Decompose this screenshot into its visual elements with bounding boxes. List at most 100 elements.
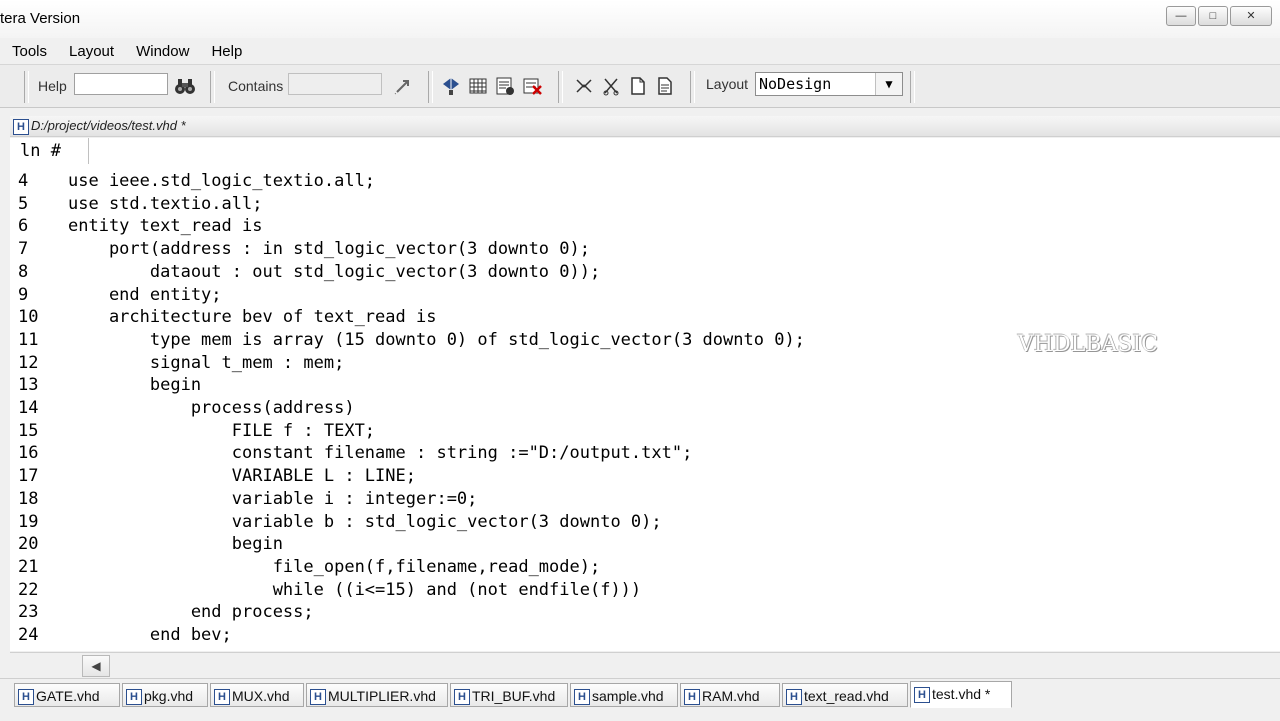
code-editor[interactable]: 4 use ieee.std_logic_textio.all; 5 use std…	[10, 164, 1280, 651]
line-number: 11	[18, 329, 39, 350]
minimize-icon[interactable]: —	[1166, 6, 1196, 26]
code-text[interactable]: file_open(f,filename,read_mode);	[68, 557, 601, 577]
code-text[interactable]: architecture bev of text_read is	[68, 307, 437, 327]
contains-input[interactable]	[288, 73, 382, 95]
code-line: 23 end process;	[10, 601, 314, 623]
code-line: 13 begin	[10, 374, 201, 396]
code-text[interactable]: end entity;	[68, 285, 222, 305]
code-line: 11 type mem is array (15 downto 0) of st…	[10, 329, 805, 351]
code-line: 4 use ieee.std_logic_textio.all;	[10, 170, 375, 192]
compile-icon[interactable]	[440, 75, 462, 97]
tab-label: pkg.vhd	[144, 688, 194, 704]
tab-label: sample.vhd	[592, 688, 664, 704]
toolbar-separator	[690, 71, 695, 103]
code-text[interactable]: begin	[68, 534, 283, 554]
code-text[interactable]: while ((i<=15) and (not endfile(f)))	[68, 580, 641, 600]
code-text[interactable]: dataout : out std_logic_vector(3 downto …	[68, 262, 600, 282]
tab-tri-buf[interactable]: H TRI_BUF.vhd	[450, 683, 568, 707]
hdl-file-icon: H	[126, 689, 142, 706]
tab-sample[interactable]: Hsample.vhd	[570, 683, 678, 707]
tab-pkg[interactable]: Hpkg.vhd	[122, 683, 208, 707]
watermark: VHDLBASIC	[1018, 332, 1158, 357]
line-number-header: ln #	[10, 138, 1280, 165]
line-number: 21	[18, 556, 39, 577]
find-next-icon[interactable]	[392, 75, 414, 97]
menu-bar: Tools Layout Window Help	[0, 38, 1280, 64]
tab-label: test.vhd *	[932, 686, 991, 702]
line-number-label: ln #	[10, 138, 89, 164]
layout-select[interactable]: NoDesign ▼	[755, 72, 903, 96]
code-text[interactable]: use ieee.std_logic_textio.all;	[68, 171, 375, 191]
line-number: 13	[18, 375, 39, 396]
tab-ram[interactable]: H RAM.vhd	[680, 683, 780, 707]
code-text[interactable]: end process;	[68, 602, 314, 622]
code-text[interactable]: type mem is array (15 downto 0) of std_l…	[68, 330, 805, 350]
hdl-file-icon: H	[18, 689, 34, 706]
code-line: 19 variable b : std_logic_vector(3 downt…	[10, 511, 662, 533]
hdl-file-icon: H	[214, 689, 230, 706]
code-text[interactable]: entity text_read is	[68, 216, 262, 236]
line-number: 8	[18, 261, 29, 282]
horizontal-scrollbar[interactable]: ◀	[10, 652, 1280, 679]
file-tab-bar: H GATE.vhd Hpkg.vhd H MUX.vhd H MULTIPLIER.…	[0, 678, 1280, 721]
code-line: 21 file_open(f,filename,read_mode);	[10, 556, 600, 578]
dropdown-arrow-icon[interactable]: ▼	[875, 73, 902, 95]
grid-icon[interactable]	[467, 75, 489, 97]
tab-gate[interactable]: H GATE.vhd	[14, 683, 120, 707]
code-text[interactable]: variable b : std_logic_vector(3 downto 0…	[68, 512, 662, 532]
code-text[interactable]: constant filename : string :="D:/output.…	[68, 443, 693, 463]
cut-icon[interactable]	[573, 75, 595, 97]
code-line: 20 begin	[10, 533, 283, 555]
toolbar-separator	[210, 71, 215, 103]
hdl-file-icon: H	[574, 689, 590, 706]
menu-tools[interactable]: Tools	[0, 43, 58, 60]
code-text[interactable]: use std.textio.all;	[68, 194, 262, 214]
help-search-input[interactable]	[74, 73, 168, 95]
tab-text-read[interactable]: Htext_read.vhd	[782, 683, 908, 707]
cancel-icon[interactable]	[521, 75, 543, 97]
code-text[interactable]: FILE f : TEXT;	[68, 421, 375, 441]
close-icon[interactable]: ✕	[1230, 6, 1272, 26]
line-number: 19	[18, 511, 39, 532]
code-text[interactable]: variable i : integer:=0;	[68, 489, 478, 509]
code-line: 9 end entity;	[10, 284, 222, 306]
tab-mux[interactable]: H MUX.vhd	[210, 683, 304, 707]
code-line: 10 architecture bev of text_read is	[10, 306, 436, 328]
binoculars-icon[interactable]	[174, 75, 196, 97]
menu-layout[interactable]: Layout	[58, 43, 125, 60]
code-text[interactable]: process(address)	[68, 398, 355, 418]
line-number: 7	[18, 239, 29, 260]
simulate-icon[interactable]	[494, 75, 516, 97]
code-line: 8 dataout : out std_logic_vector(3 downt…	[10, 261, 600, 283]
code-line: 6 entity text_read is	[10, 215, 262, 237]
save-icon[interactable]	[654, 75, 676, 97]
code-line: 18 variable i : integer:=0;	[10, 488, 477, 510]
document-path: D:/project/videos/test.vhd *	[31, 118, 186, 133]
maximize-icon[interactable]: □	[1198, 6, 1228, 26]
scroll-left-icon[interactable]: ◀	[82, 655, 110, 677]
menu-help[interactable]: Help	[200, 43, 253, 60]
code-text[interactable]: end bev;	[68, 625, 232, 645]
line-number: 22	[18, 579, 39, 600]
window-controls: — □ ✕	[1166, 6, 1272, 26]
menu-window[interactable]: Window	[125, 43, 200, 60]
file-icon[interactable]	[627, 75, 649, 97]
tab-test[interactable]: Htest.vhd *	[910, 681, 1012, 708]
code-text[interactable]: port(address : in std_logic_vector(3 dow…	[68, 239, 590, 259]
code-line: 22 while ((i<=15) and (not endfile(f)))	[10, 579, 641, 601]
line-number: 15	[18, 420, 39, 441]
line-number: 4	[18, 171, 29, 191]
code-line: 16 constant filename : string :="D:/outp…	[10, 442, 692, 464]
tab-label: GATE.vhd	[36, 688, 100, 704]
tab-multiplier[interactable]: H MULTIPLIER.vhd	[306, 683, 448, 707]
code-text[interactable]: VARIABLE L : LINE;	[68, 466, 416, 486]
hdl-file-icon: H	[684, 689, 700, 706]
code-text[interactable]: begin	[68, 375, 201, 395]
hdl-file-icon: H	[786, 689, 802, 706]
cut-icon[interactable]	[600, 75, 622, 97]
line-number: 24	[18, 625, 39, 645]
tab-label: text_read.vhd	[804, 688, 889, 704]
line-number: 16	[18, 443, 39, 464]
code-text[interactable]: signal t_mem : mem;	[68, 353, 344, 373]
toolbar-separator	[428, 71, 433, 103]
